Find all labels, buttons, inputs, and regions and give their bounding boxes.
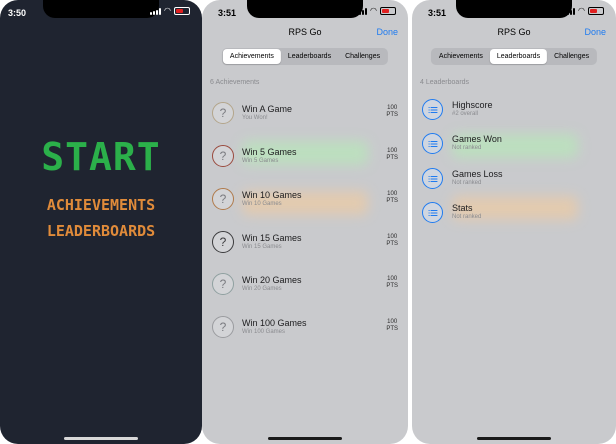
signal-icon (564, 7, 576, 15)
notch (456, 0, 572, 18)
achievement-badge-icon: ? (212, 102, 234, 124)
achievement-subtitle: Win 5 Games (242, 158, 279, 164)
achievement-badge-icon: ? (212, 316, 234, 338)
achievement-title: Win 10 Games (242, 190, 302, 200)
tab-challenges[interactable]: Challenges (338, 49, 387, 64)
points-value: 100 (387, 319, 398, 325)
wifi-icon: ◠ (578, 6, 585, 15)
tab-achievements[interactable]: Achievements (222, 49, 281, 64)
wifi-icon: ◠ (370, 6, 377, 15)
points-value: 100 (387, 234, 398, 240)
achievement-title: Win 5 Games (242, 147, 297, 157)
battery-icon (380, 7, 396, 15)
achievement-points: 100 PTS (386, 191, 398, 205)
leaderboard-subtitle: #2 overall (452, 111, 479, 117)
leaderboards-menu-button[interactable]: LEADERBOARDS (0, 222, 202, 240)
achievement-row[interactable]: ? Win 5 Games Win 5 Games 100 PTS (202, 141, 408, 181)
list-icon (422, 133, 443, 154)
status-icons: ◠ (356, 7, 396, 15)
points-unit: PTS (386, 198, 398, 204)
battery-icon (588, 7, 604, 15)
sheet-header: RPS Go Done (412, 20, 616, 46)
achievement-title: Win 15 Games (242, 233, 302, 243)
list-icon (422, 168, 443, 189)
achievements-screen: 3:51 ◠ RPS Go Done Achievements Leaderbo… (202, 0, 408, 444)
segmented-control: Achievements Leaderboards Challenges (430, 48, 598, 65)
achievement-points: 100 PTS (386, 105, 398, 119)
leaderboards-screen: 3:51 ◠ RPS Go Done Achievements Leaderbo… (412, 0, 616, 444)
home-indicator[interactable] (268, 437, 342, 440)
achievement-row[interactable]: ? Win 100 Games Win 100 Games 100 PTS (202, 312, 408, 352)
achievement-title: Win A Game (242, 104, 293, 114)
status-time: 3:50 (8, 8, 27, 18)
achievement-title: Win 20 Games (242, 275, 302, 285)
leaderboard-subtitle: Not ranked (452, 180, 482, 186)
home-indicator[interactable] (477, 437, 551, 440)
achievement-subtitle: Win 15 Games (242, 244, 282, 250)
achievement-badge-icon: ? (212, 273, 234, 295)
points-value: 100 (387, 105, 398, 111)
leaderboard-subtitle: Not ranked (452, 214, 482, 220)
done-button[interactable]: Done (376, 27, 398, 37)
leaderboard-row[interactable]: Stats Not ranked (412, 200, 616, 234)
achievement-subtitle: You Won! (242, 115, 268, 121)
start-button[interactable]: START (0, 135, 202, 179)
home-indicator[interactable] (64, 437, 138, 440)
achievement-row[interactable]: ? Win 15 Games Win 15 Games 100 PTS (202, 227, 408, 267)
points-unit: PTS (386, 155, 398, 161)
section-label: 4 Leaderboards (420, 79, 470, 86)
wifi-icon: ◠ (164, 6, 171, 15)
status-icons: ◠ (150, 7, 190, 15)
points-unit: PTS (386, 283, 398, 289)
tab-achievements[interactable]: Achievements (432, 49, 490, 64)
achievement-points: 100 PTS (386, 148, 398, 162)
achievement-row[interactable]: ? Win 10 Games Win 10 Games 100 PTS (202, 184, 408, 224)
status-time: 3:51 (218, 8, 237, 18)
done-button[interactable]: Done (584, 27, 606, 37)
tab-challenges[interactable]: Challenges (547, 49, 596, 64)
tab-leaderboards[interactable]: Leaderboards (281, 49, 338, 64)
points-value: 100 (387, 276, 398, 282)
notch (43, 0, 159, 18)
points-unit: PTS (386, 112, 398, 118)
leaderboard-title: Games Won (452, 134, 502, 144)
achievement-badge-icon: ? (212, 145, 234, 167)
sheet-header: RPS Go Done (202, 20, 408, 46)
achievement-subtitle: Win 10 Games (242, 201, 282, 207)
achievement-title: Win 100 Games (242, 318, 307, 328)
start-screen: 3:50 ◠ START ACHIEVEMENTS LEADERBOARDS (0, 0, 202, 444)
battery-icon (174, 7, 190, 15)
achievement-points: 100 PTS (386, 234, 398, 248)
achievement-points: 100 PTS (386, 276, 398, 290)
points-value: 100 (387, 191, 398, 197)
achievement-points: 100 PTS (386, 319, 398, 333)
notch (247, 0, 363, 18)
achievements-menu-button[interactable]: ACHIEVEMENTS (0, 196, 202, 214)
leaderboard-title: Games Loss (452, 169, 503, 179)
points-unit: PTS (386, 326, 398, 332)
achievement-subtitle: Win 100 Games (242, 329, 286, 335)
signal-icon (150, 7, 162, 15)
achievement-row[interactable]: ? Win 20 Games Win 20 Games 100 PTS (202, 269, 408, 309)
leaderboard-title: Stats (452, 203, 473, 213)
list-icon (422, 99, 443, 120)
points-value: 100 (387, 148, 398, 154)
achievement-badge-icon: ? (212, 188, 234, 210)
leaderboard-title: Highscore (452, 100, 493, 110)
leaderboard-row[interactable]: Games Won Not ranked (412, 131, 616, 165)
achievement-row[interactable]: ? Win A Game You Won! 100 PTS (202, 98, 408, 138)
points-unit: PTS (386, 241, 398, 247)
achievement-subtitle: Win 20 Games (242, 286, 282, 292)
status-icons: ◠ (564, 7, 604, 15)
segmented-control: Achievements Leaderboards Challenges (221, 48, 389, 65)
tab-leaderboards[interactable]: Leaderboards (489, 49, 548, 64)
leaderboard-subtitle: Not ranked (452, 145, 482, 151)
achievement-badge-icon: ? (212, 231, 234, 253)
section-label: 6 Achievements (210, 79, 260, 86)
status-time: 3:51 (428, 8, 447, 18)
list-icon (422, 202, 443, 223)
leaderboard-row[interactable]: Highscore #2 overall (412, 97, 616, 131)
signal-icon (356, 7, 368, 15)
leaderboard-row[interactable]: Games Loss Not ranked (412, 166, 616, 200)
